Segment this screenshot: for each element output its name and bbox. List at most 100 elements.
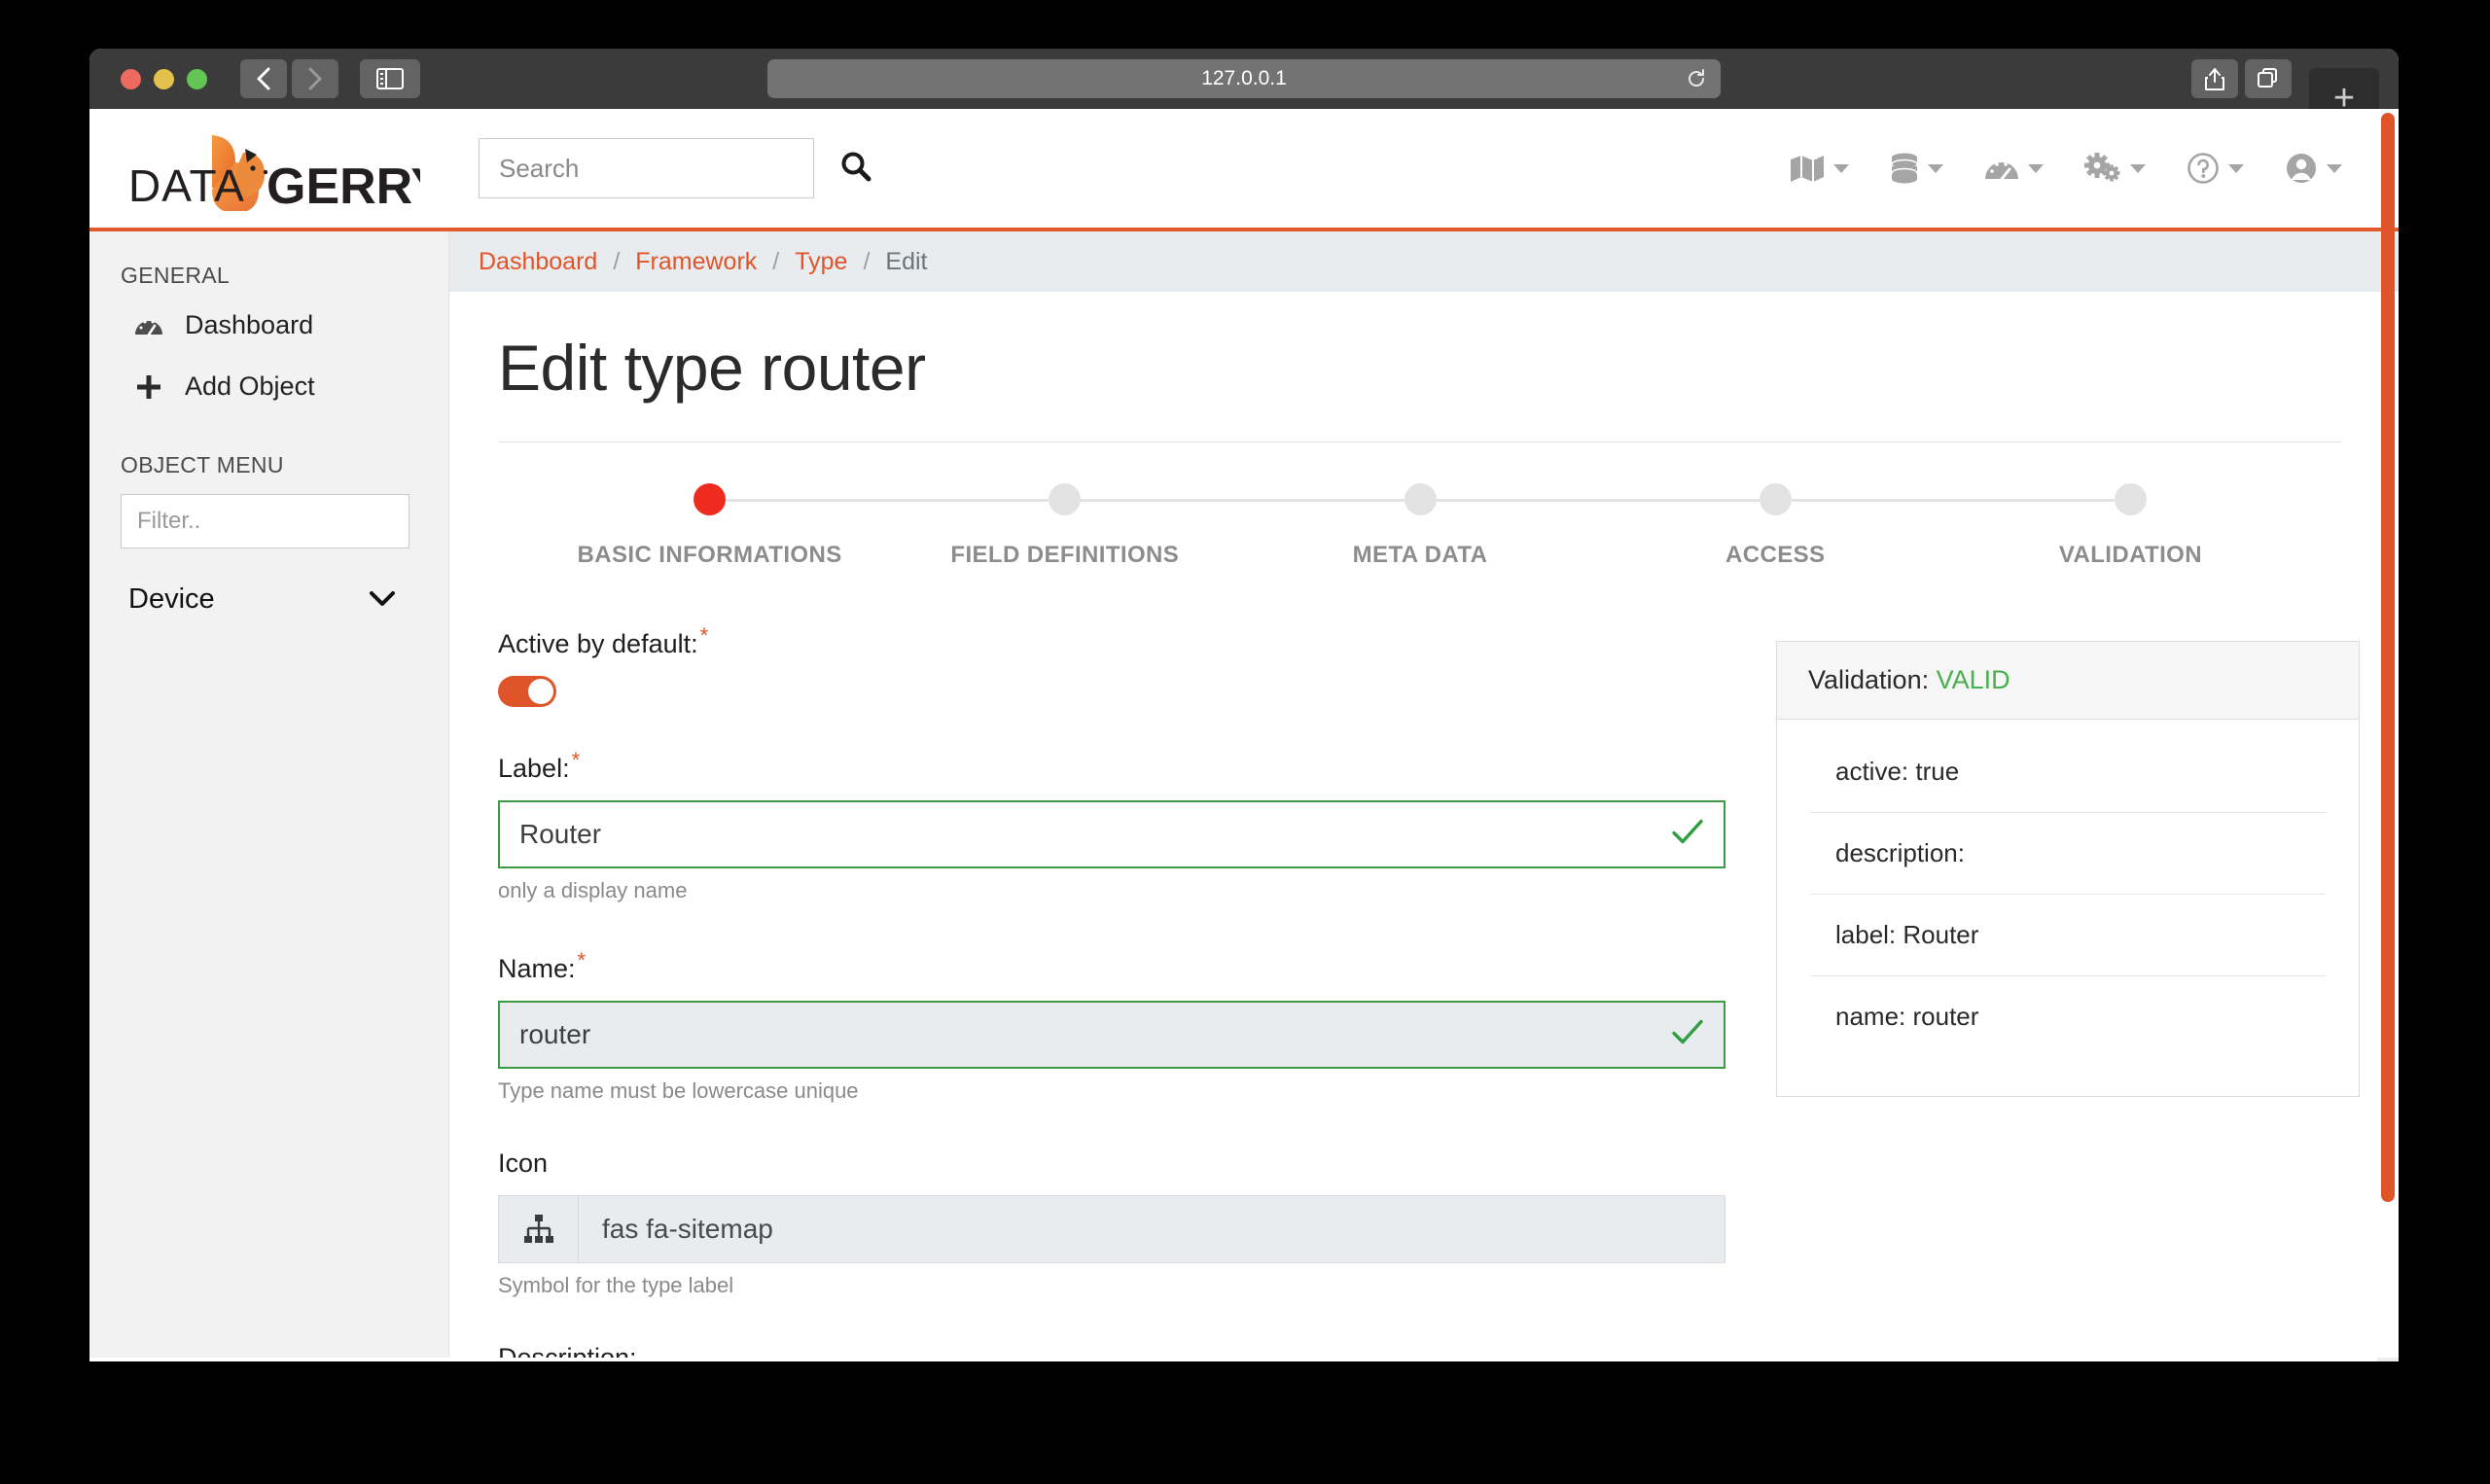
search-icon[interactable]	[839, 150, 872, 188]
datagerry-logo[interactable]: DATA GERRY	[128, 125, 449, 211]
tachometer-icon[interactable]	[1984, 154, 2044, 183]
minimize-window-button[interactable]	[154, 68, 174, 89]
sidebar-toggle-wrapper	[360, 59, 420, 98]
step-bullet	[1049, 483, 1082, 515]
breadcrumb-item-dashboard[interactable]: Dashboard	[479, 248, 597, 276]
app-header: DATA GERRY	[89, 109, 2399, 231]
breadcrumb-separator: /	[772, 247, 780, 275]
browser-titlebar: 127.0.0.1 +	[89, 49, 2399, 128]
breadcrumb-item-type[interactable]: Type	[795, 248, 847, 276]
chevron-down-icon[interactable]	[2130, 163, 2146, 173]
map-icon[interactable]	[1790, 154, 1849, 183]
name-field-hint: Type name must be lowercase unique	[498, 1078, 859, 1103]
step-label: VALIDATION	[2058, 542, 2202, 568]
side-column: Validation: VALID active: true descripti…	[1776, 623, 2360, 1358]
svg-text:GERRY: GERRY	[267, 159, 420, 211]
step-meta-data[interactable]: META DATA	[1242, 483, 1598, 569]
form-area: Active by default:* Label:* Router only …	[498, 623, 2360, 1358]
browser-right-actions[interactable]	[2191, 59, 2292, 98]
list-item: active: true	[1810, 731, 2326, 813]
icon-field-hint: Symbol for the type label	[498, 1273, 734, 1297]
chevron-down-icon[interactable]	[2327, 163, 2342, 173]
filter-input[interactable]	[121, 494, 409, 548]
sidebar-item-label: Add Object	[185, 371, 315, 401]
sidebar-item-add-object[interactable]: Add Object	[89, 356, 448, 417]
header-icon-bar	[1790, 152, 2342, 185]
breadcrumb-separator: /	[863, 247, 871, 275]
user-circle-icon[interactable]	[2285, 152, 2342, 185]
step-validation[interactable]: VALIDATION	[1952, 483, 2308, 569]
sidebar-group-device[interactable]: Device	[89, 548, 448, 631]
chevron-down-icon[interactable]	[2028, 163, 2044, 173]
database-icon[interactable]	[1890, 153, 1943, 184]
window-controls[interactable]	[121, 68, 207, 89]
form-column: Active by default:* Label:* Router only …	[498, 623, 1725, 1358]
required-marker: *	[699, 623, 709, 648]
name-field-text: Name:	[498, 954, 576, 983]
chevron-down-icon[interactable]	[1833, 163, 1849, 173]
step-label: ACCESS	[1725, 542, 1826, 568]
name-input[interactable]	[498, 1001, 1725, 1069]
reload-icon[interactable]	[1686, 68, 1707, 89]
validation-header: Validation: VALID	[1777, 642, 2359, 720]
main-content: Dashboard / Framework / Type / Edit Edit…	[449, 231, 2399, 1358]
app-body: GENERAL Dashboard Add Object OBJECT MENU…	[89, 231, 2399, 1358]
step-label: BASIC INFORMATIONS	[577, 542, 842, 568]
active-by-default-toggle[interactable]	[498, 676, 556, 707]
scrollbar-thumb[interactable]	[2381, 113, 2395, 1202]
cogs-icon[interactable]	[2084, 153, 2146, 184]
question-circle-icon[interactable]	[2187, 152, 2244, 185]
sidebar-item-dashboard[interactable]: Dashboard	[89, 295, 448, 356]
step-basic-informations[interactable]: BASIC INFORMATIONS	[532, 483, 888, 569]
list-item: label: Router	[1810, 895, 2326, 976]
svg-text:DATA: DATA	[128, 160, 245, 211]
show-sidebar-button[interactable]	[360, 59, 420, 98]
check-icon	[1671, 819, 1704, 851]
active-by-default-text: Active by default:	[498, 629, 698, 658]
step-bullet	[2114, 483, 2147, 515]
validation-card: Validation: VALID active: true descripti…	[1776, 641, 2360, 1097]
breadcrumb-item-edit: Edit	[885, 247, 928, 275]
address-bar[interactable]: 127.0.0.1	[767, 59, 1721, 98]
label-field-text: Label:	[498, 754, 570, 783]
sidebar-heading-general: GENERAL	[121, 263, 231, 288]
search-input[interactable]	[479, 138, 814, 198]
label-field-label: Label:*	[498, 748, 1725, 784]
app-viewport: DATA GERRY	[89, 109, 2399, 1361]
check-icon	[1671, 1019, 1704, 1051]
breadcrumb-item-framework[interactable]: Framework	[635, 248, 757, 276]
step-label: META DATA	[1352, 542, 1488, 568]
label-input-row	[498, 800, 1725, 868]
chevron-down-icon[interactable]	[369, 583, 396, 616]
validation-title: Validation:	[1808, 665, 1930, 694]
tab-overview-button[interactable]	[2245, 59, 2292, 98]
forward-button[interactable]	[292, 59, 338, 98]
validation-list: active: true description: label: Router …	[1777, 720, 2359, 1096]
back-button[interactable]	[240, 59, 287, 98]
validation-status-badge: VALID	[1936, 665, 2010, 694]
address-bar-text: 127.0.0.1	[1201, 67, 1287, 89]
browser-nav-buttons[interactable]	[240, 59, 338, 98]
step-label: FIELD DEFINITIONS	[950, 542, 1180, 568]
chevron-down-icon[interactable]	[2228, 163, 2244, 173]
toggle-knob	[528, 679, 553, 704]
tachometer-icon	[134, 313, 163, 337]
list-item: description:	[1810, 813, 2326, 895]
description-field-label: Description:	[498, 1343, 637, 1358]
sidebar-filter-wrapper	[89, 484, 448, 548]
sidebar-heading-object-menu: OBJECT MENU	[121, 452, 284, 477]
sidebar: GENERAL Dashboard Add Object OBJECT MENU…	[89, 231, 449, 1358]
step-field-definitions[interactable]: FIELD DEFINITIONS	[887, 483, 1243, 569]
sidebar-group-label: Device	[128, 583, 215, 615]
page-inner: Edit type router BASIC INFORMATIONS FIEL…	[449, 292, 2399, 1358]
maximize-window-button[interactable]	[187, 68, 207, 89]
label-input[interactable]	[498, 800, 1725, 868]
share-button[interactable]	[2191, 59, 2238, 98]
close-window-button[interactable]	[121, 68, 141, 89]
icon-field[interactable]: fas fa-sitemap	[498, 1195, 1725, 1263]
sitemap-icon	[499, 1196, 579, 1262]
plus-icon	[134, 373, 163, 401]
step-access[interactable]: ACCESS	[1597, 483, 1953, 569]
chevron-down-icon[interactable]	[1928, 163, 1943, 173]
header-search	[479, 138, 872, 198]
